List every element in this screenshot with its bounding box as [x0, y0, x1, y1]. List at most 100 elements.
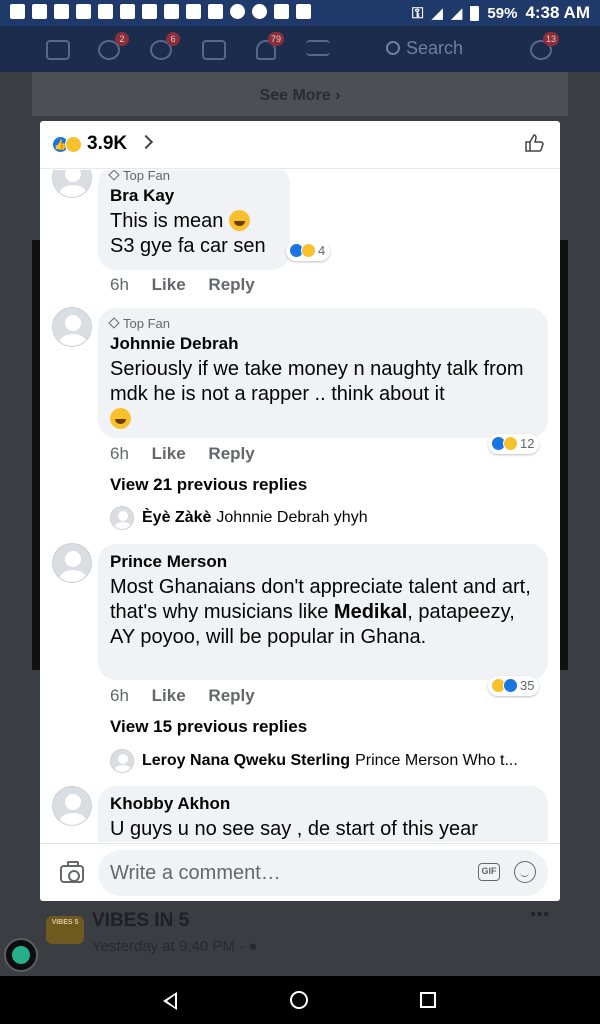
- comment-reactions[interactable]: 4: [286, 241, 331, 261]
- app-notification-icon: [10, 4, 25, 19]
- menu-icon[interactable]: [306, 40, 330, 56]
- facebook-notification-icon: [142, 4, 157, 19]
- tagged-name[interactable]: Medikal: [334, 601, 407, 623]
- like-button[interactable]: Like: [152, 444, 186, 463]
- post-time-text: Yesterday at 9:40 PM: [92, 938, 235, 955]
- page-name[interactable]: VIBES IN 5: [92, 910, 189, 932]
- see-more-link[interactable]: See More ›: [32, 72, 568, 116]
- comment-bubble: Top Fan Johnnie Debrah Seriously if we t…: [98, 308, 548, 438]
- comment-time: 6h: [110, 275, 129, 294]
- comment-reactions[interactable]: 35: [488, 676, 540, 696]
- reaction-count: 35: [520, 678, 535, 693]
- recent-apps-icon[interactable]: [420, 992, 436, 1008]
- view-previous-replies[interactable]: View 15 previous replies: [110, 717, 307, 737]
- comment-actions: 6h Like Reply: [110, 686, 273, 706]
- camera-icon[interactable]: [60, 861, 84, 883]
- reply-author: Leroy Nana Qweku Sterling: [142, 752, 351, 769]
- avatar[interactable]: [52, 786, 92, 826]
- system-indicators: ⚿ ◢ ◢ 59% 4:38 AM: [412, 3, 590, 23]
- comment-placeholder: Write a comment…: [110, 862, 281, 884]
- key-icon: ⚿: [411, 4, 424, 22]
- signal-icon: ◢: [431, 5, 443, 22]
- top-fan-badge: Top Fan: [108, 170, 278, 183]
- comment-composer: Write a comment… GIF: [40, 843, 560, 901]
- watch-icon[interactable]: [202, 40, 226, 60]
- comment-time: 6h: [110, 686, 129, 705]
- download-icon: [296, 4, 311, 19]
- signal-icon: ◢: [450, 5, 463, 22]
- comment-actions: 6h Like Reply: [110, 444, 273, 464]
- messenger-badge: 13: [543, 32, 560, 46]
- comment-time: 6h: [110, 444, 129, 463]
- comment-list: Top Fan Bra Kay This is mean S3 gye fa c…: [40, 170, 560, 842]
- page-avatar[interactable]: VIBES 5: [46, 916, 84, 944]
- comment-line: S3 gye fa car sen: [110, 235, 266, 257]
- home-icon[interactable]: [290, 991, 308, 1009]
- reactions-header: 👍 3.9K: [40, 121, 560, 169]
- comment-text: This is mean S3 gye fa car sen: [110, 209, 278, 259]
- emoji-picker-icon[interactable]: [514, 861, 536, 883]
- groups-badge: 6: [166, 32, 180, 46]
- download-icon: [208, 4, 223, 19]
- diamond-icon: [108, 317, 120, 329]
- comment-text: U guys u no see say , de start of this y…: [110, 818, 478, 840]
- haha-reaction-icon: [301, 243, 316, 258]
- facebook-notification-icon: [76, 4, 91, 19]
- comment-bubble: Prince Merson Most Ghanaians don't appre…: [98, 544, 548, 680]
- facebook-notification-icon: [98, 4, 113, 19]
- avatar[interactable]: [52, 543, 92, 583]
- comment-reactions[interactable]: 12: [488, 434, 540, 454]
- reply-button[interactable]: Reply: [208, 444, 254, 463]
- reaction-count[interactable]: 3.9K: [87, 133, 127, 155]
- comment-body: Seriously if we take money n naughty tal…: [110, 358, 524, 405]
- comment-author[interactable]: Prince Merson: [110, 552, 536, 572]
- floating-app-button[interactable]: [4, 938, 38, 972]
- comment-input[interactable]: Write a comment… GIF: [98, 850, 548, 896]
- reaction-count: 12: [520, 436, 535, 451]
- like-button[interactable]: Like: [152, 686, 186, 705]
- comment-author[interactable]: Khobby Akhon: [110, 794, 536, 814]
- background-post-header: VIBES 5 VIBES IN 5 Yesterday at 9:40 PM …: [40, 900, 560, 975]
- avatar[interactable]: [52, 170, 92, 198]
- top-fan-label: Top Fan: [123, 316, 170, 331]
- like-outline-icon[interactable]: [524, 133, 544, 153]
- gif-icon[interactable]: GIF: [478, 863, 500, 881]
- reply-text: Prince Merson Who t...: [355, 752, 518, 769]
- dot-icon: [230, 4, 245, 19]
- comment-bubble: Top Fan Bra Kay This is mean S3 gye fa c…: [98, 170, 290, 270]
- reply-avatar[interactable]: [110, 506, 134, 530]
- diamond-icon: [108, 170, 120, 181]
- laughing-cat-emoji: [228, 210, 250, 231]
- app-notification-icon: [32, 4, 47, 19]
- top-fan-label: Top Fan: [123, 170, 170, 183]
- globe-icon: ●: [248, 938, 258, 955]
- comment-author[interactable]: Bra Kay: [110, 186, 278, 206]
- reply-button[interactable]: Reply: [208, 686, 254, 705]
- chevron-right-icon[interactable]: [138, 134, 154, 150]
- reply-avatar[interactable]: [110, 749, 134, 773]
- clock: 4:38 AM: [525, 3, 590, 22]
- comment-bubble: Khobby Akhon U guys u no see say , de st…: [98, 786, 548, 842]
- avatar[interactable]: [52, 307, 92, 347]
- search-field[interactable]: Search: [386, 38, 463, 59]
- comment-text: Seriously if we take money n naughty tal…: [110, 357, 536, 432]
- more-options-icon[interactable]: •••: [530, 906, 550, 924]
- post-timestamp: Yesterday at 9:40 PM · ●: [92, 938, 258, 955]
- top-fan-badge: Top Fan: [108, 316, 536, 331]
- comments-dialog: 👍 3.9K Top Fan Bra Kay This is mean S3 g…: [40, 121, 560, 901]
- comment-author[interactable]: Johnnie Debrah: [110, 334, 536, 354]
- smirk-emoji: [110, 408, 131, 429]
- back-icon[interactable]: [163, 992, 177, 1010]
- view-previous-replies[interactable]: View 21 previous replies: [110, 475, 307, 495]
- reply-author: Èyè Zàkè: [142, 509, 212, 526]
- reply-preview[interactable]: Èyè Zàkè Johnnie Debrah yhyh: [142, 509, 368, 527]
- reply-preview[interactable]: Leroy Nana Qweku Sterling Prince Merson W…: [142, 752, 518, 770]
- comment-actions: 6h Like Reply: [110, 275, 273, 295]
- reaction-icons[interactable]: 👍: [52, 136, 86, 154]
- comment-line: This is mean: [110, 210, 224, 232]
- reply-button[interactable]: Reply: [208, 275, 254, 294]
- like-button[interactable]: Like: [152, 275, 186, 294]
- see-more-label: See More: [259, 87, 331, 104]
- whatsapp-icon: [252, 4, 267, 19]
- news-feed-icon[interactable]: [46, 40, 70, 60]
